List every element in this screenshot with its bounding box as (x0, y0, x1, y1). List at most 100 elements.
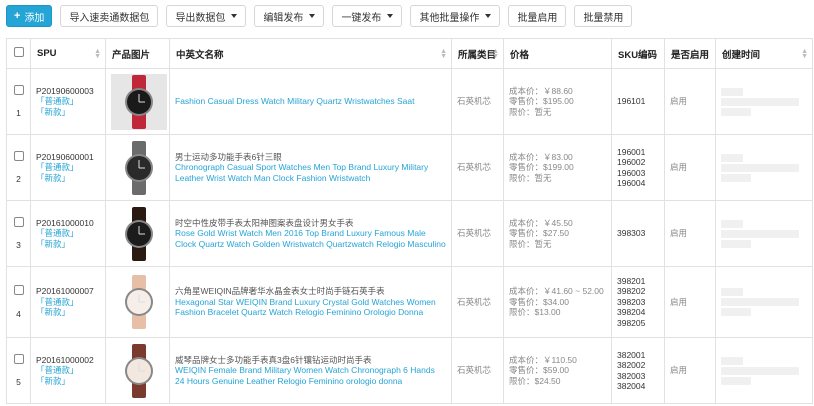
category-cell: 石英机芯 (451, 266, 504, 338)
product-image[interactable] (111, 139, 167, 196)
created-time-redacted (721, 173, 751, 182)
product-image[interactable] (111, 73, 167, 130)
sku-code: 398204 (617, 307, 646, 318)
status-cell: 启用 (664, 68, 716, 135)
price-cell: 成本价：￥110.50 零售价：$59.00 限价：$24.50 (503, 337, 612, 404)
image-cell (105, 134, 170, 201)
row-checkbox[interactable] (13, 216, 24, 227)
table-row[interactable]: 2 P20190600001 「普通款」 「新款」 男士运动多功能手表6针三眼 … (6, 134, 813, 201)
column-image: 产品图片 (105, 38, 170, 69)
sku-cell: 196101 (611, 68, 665, 135)
created-time-redacted (721, 107, 751, 116)
sku-code: 398201 (617, 275, 646, 286)
retail-price: 零售价：$59.00 (509, 365, 570, 376)
toolbar: + 添加 导入速卖通数据包 导出数据包 编辑发布 一键发布 其他批量操作 批量启用… (6, 5, 633, 27)
created-time-redacted (721, 376, 751, 385)
add-button[interactable]: + 添加 (6, 5, 53, 27)
row-checkbox[interactable] (13, 285, 24, 295)
name-en-link[interactable]: Fashion Casual Dress Watch Military Quar… (175, 96, 446, 107)
tag-normal[interactable]: 「普通款」 (36, 162, 100, 173)
watch-icon (125, 206, 153, 261)
tag-new[interactable]: 「新款」 (36, 107, 100, 118)
price-cell: 成本价：￥83.00 零售价：$199.00 限价：暂无 (503, 134, 612, 201)
status-cell: 启用 (664, 266, 716, 338)
sku-cell: 382001 382002 382003 382004 (611, 337, 665, 404)
sort-icon[interactable]: ▲ ▼ (94, 48, 101, 60)
tag-new[interactable]: 「新款」 (36, 173, 100, 184)
tag-normal[interactable]: 「普通款」 (36, 228, 100, 239)
image-cell (105, 68, 170, 135)
watch-icon (125, 343, 153, 398)
other-batch-dropdown[interactable]: 其他批量操作 (410, 5, 501, 27)
sku-code: 382002 (617, 360, 646, 370)
name-cn: 男士运动多功能手表6针三眼 (175, 151, 282, 162)
tag-new[interactable]: 「新款」 (36, 239, 100, 250)
import-button[interactable]: 导入速卖通数据包 (60, 5, 159, 27)
cost-price: 成本价：￥110.50 (509, 354, 577, 365)
created-time-redacted (721, 366, 799, 375)
image-cell (105, 266, 170, 338)
row-select-cell: 3 (6, 200, 31, 267)
name-en-link[interactable]: Chronograph Casual Sport Watches Men Top… (175, 162, 446, 183)
row-checkbox[interactable] (13, 84, 24, 95)
select-all-checkbox[interactable] (13, 47, 24, 57)
limit-price: 限价：暂无 (509, 238, 552, 249)
row-checkbox[interactable] (13, 150, 24, 161)
row-select-cell: 5 (6, 337, 31, 404)
sku-code: 196002 (617, 157, 646, 167)
created-time-redacted (721, 97, 799, 106)
price-cell: 成本价：￥45.50 零售价：$27.50 限价：暂无 (503, 200, 612, 267)
row-number: 4 (16, 308, 21, 319)
created-time-redacted (721, 288, 743, 296)
sort-icon[interactable]: ▲ ▼ (801, 48, 808, 60)
batch-enable-button[interactable]: 批量启用 (508, 5, 567, 27)
watch-icon (125, 74, 153, 129)
status-cell: 启用 (664, 134, 716, 201)
export-dropdown[interactable]: 导出数据包 (166, 5, 247, 27)
sort-icon[interactable]: ▲ ▼ (492, 48, 499, 60)
sku-code: 196003 (617, 167, 646, 178)
column-sku: SKU编码 (611, 38, 665, 69)
name-en-link[interactable]: Rose Gold Wrist Watch Men 2016 Top Brand… (175, 228, 446, 249)
tag-normal[interactable]: 「普通款」 (36, 365, 100, 376)
column-name[interactable]: 中英文名称 ▲ ▼ (169, 38, 452, 69)
product-table: SPU ▲ ▼ 产品图片 中英文名称 ▲ ▼ 所属类目 ▲ ▼ 价格 SKU编码 是否启用 … (6, 38, 813, 404)
name-en-link[interactable]: Hexagonal Star WEIQIN Brand Luxury Cryst… (175, 297, 446, 318)
tag-normal[interactable]: 「普通款」 (36, 297, 100, 308)
name-en-link[interactable]: WEIQIN Female Brand Military Women Watch… (175, 365, 446, 386)
column-created[interactable]: 创建时间 ▲ ▼ (715, 38, 813, 69)
one-click-publish-dropdown[interactable]: 一键发布 (332, 5, 403, 27)
spu-cell: P20161000002 「普通款」 「新款」 (30, 337, 106, 404)
sku-cell: 196001 196002 196003 196004 (611, 134, 665, 201)
batch-disable-button[interactable]: 批量禁用 (574, 5, 633, 27)
tag-normal[interactable]: 「普通款」 (36, 96, 100, 107)
sku-code: 398205 (617, 317, 646, 328)
column-price: 价格 (503, 38, 612, 69)
sku-code: 196004 (617, 178, 646, 188)
table-row[interactable]: 3 P20161000010 「普通款」 「新款」 时空中性皮带手表太阳神图案表… (6, 200, 813, 267)
column-spu[interactable]: SPU ▲ ▼ (30, 38, 106, 69)
status-cell: 启用 (664, 200, 716, 267)
created-time-redacted (721, 308, 751, 316)
sort-icon[interactable]: ▲ ▼ (440, 48, 447, 60)
spu-cell: P20190600001 「普通款」 「新款」 (30, 134, 106, 201)
retail-price: 零售价：$199.00 (509, 162, 574, 173)
table-row[interactable]: 4 P20161000007 「普通款」 「新款」 六角星WEIQIN品牌奢华水… (6, 266, 813, 338)
edit-publish-dropdown[interactable]: 编辑发布 (254, 5, 325, 27)
product-image[interactable] (111, 274, 167, 330)
name-cell: 男士运动多功能手表6针三眼 Chronograph Casual Sport W… (169, 134, 452, 201)
table-row[interactable]: 1 P20190600003 「普通款」 「新款」 Fashion Casual… (6, 68, 813, 135)
row-checkbox[interactable] (13, 353, 24, 364)
limit-price: 限价：暂无 (509, 106, 552, 117)
name-cn: 时空中性皮带手表太阳神图案表盘设计男女手表 (175, 217, 354, 228)
created-cell (715, 200, 813, 267)
created-time-redacted (721, 356, 743, 365)
sku-code: 398203 (617, 296, 646, 307)
column-category[interactable]: 所属类目 ▲ ▼ (451, 38, 504, 69)
tag-new[interactable]: 「新款」 (36, 307, 100, 318)
row-number: 1 (16, 108, 21, 118)
product-image[interactable] (111, 342, 167, 399)
tag-new[interactable]: 「新款」 (36, 376, 100, 387)
product-image[interactable] (111, 205, 167, 262)
table-row[interactable]: 5 P20161000002 「普通款」 「新款」 威琴品牌女士多功能手表真3盘… (6, 337, 813, 404)
